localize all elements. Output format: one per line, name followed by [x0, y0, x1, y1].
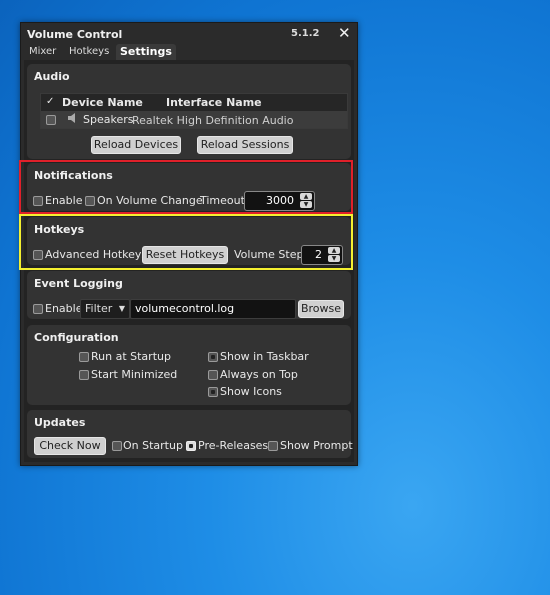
check-now-button[interactable]: Check Now: [34, 437, 106, 455]
on-startup-checkbox[interactable]: [112, 441, 122, 451]
tab-mixer[interactable]: Mixer: [25, 44, 60, 60]
reload-sessions-button[interactable]: Reload Sessions: [197, 136, 293, 154]
logging-enable-checkbox[interactable]: [33, 304, 43, 314]
interface-name-header[interactable]: Interface Name: [166, 96, 262, 109]
speaker-icon: [67, 112, 77, 127]
run-at-startup-checkbox[interactable]: [79, 352, 89, 362]
device-list-header: ✓ Device Name Interface Name: [41, 94, 347, 111]
on-startup-label: On Startup: [123, 439, 183, 452]
updates-title: Updates: [34, 416, 86, 429]
logging-enable-label: Enable: [45, 302, 83, 315]
title-bar[interactable]: Volume Control 5.1.2 ✕: [21, 23, 357, 45]
configuration-title: Configuration: [34, 331, 119, 344]
chevron-down-icon: ▼: [118, 304, 125, 313]
audio-group: Audio ✓ Device Name Interface Name Speak…: [27, 64, 351, 159]
pre-releases-checkbox[interactable]: [186, 441, 196, 451]
device-row[interactable]: Speakers Realtek High Definition Audio: [41, 111, 347, 128]
device-list: ✓ Device Name Interface Name Speakers Re…: [40, 93, 348, 129]
event-logging-title: Event Logging: [34, 277, 123, 290]
browse-button[interactable]: Browse: [298, 300, 344, 318]
hotkeys-highlight-box: [19, 214, 353, 270]
show-prompt-label: Show Prompt: [280, 439, 353, 452]
always-on-top-label: Always on Top: [220, 368, 298, 381]
version-label: 5.1.2: [291, 28, 320, 39]
audio-title: Audio: [34, 70, 70, 83]
always-on-top-checkbox[interactable]: [208, 370, 218, 380]
show-prompt-checkbox[interactable]: [268, 441, 278, 451]
updates-group: Updates Check Now On Startup Pre-Release…: [27, 410, 353, 458]
event-logging-group: Event Logging Enable Filter ▼ volumecont…: [27, 271, 351, 319]
show-in-taskbar-label: Show in Taskbar: [220, 350, 309, 363]
show-icons-checkbox[interactable]: [208, 387, 218, 397]
notifications-highlight-box: [19, 160, 353, 214]
device-checkbox[interactable]: [46, 115, 56, 125]
log-file-input[interactable]: volumecontrol.log: [130, 299, 296, 319]
tab-settings[interactable]: Settings: [116, 44, 176, 60]
run-at-startup-label: Run at Startup: [91, 350, 171, 363]
close-icon[interactable]: ✕: [338, 25, 351, 41]
show-in-taskbar-checkbox[interactable]: [208, 352, 218, 362]
device-interface: Realtek High Definition Audio: [132, 114, 294, 127]
device-name: Speakers: [83, 113, 134, 126]
start-minimized-checkbox[interactable]: [79, 370, 89, 380]
start-minimized-label: Start Minimized: [91, 368, 178, 381]
filter-label: Filter: [85, 302, 113, 315]
check-column-header: ✓: [46, 96, 55, 107]
tab-hotkeys[interactable]: Hotkeys: [65, 44, 113, 60]
pre-releases-label: Pre-Releases: [198, 439, 269, 452]
window-title: Volume Control: [27, 28, 123, 41]
filter-dropdown[interactable]: Filter ▼: [80, 299, 130, 319]
configuration-group: Configuration Run at Startup Start Minim…: [27, 325, 351, 405]
show-icons-label: Show Icons: [220, 385, 282, 398]
device-name-header[interactable]: Device Name: [62, 96, 143, 109]
reload-devices-button[interactable]: Reload Devices: [91, 136, 181, 154]
